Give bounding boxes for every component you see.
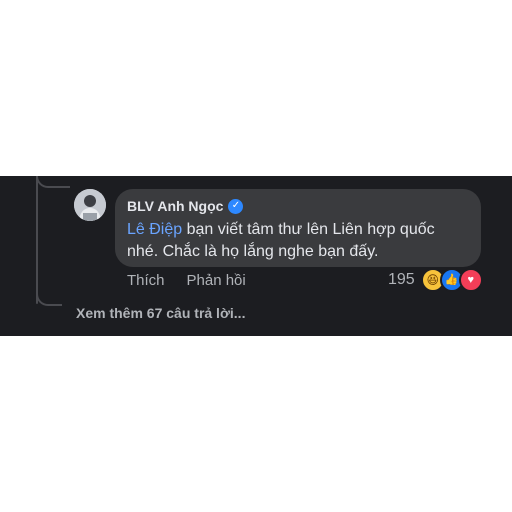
comment-author[interactable]: BLV Anh Ngọc [127,198,223,214]
avatar[interactable] [74,189,106,221]
comment-text-line1: bạn viết tâm thư lên Liên hợp quốc [182,221,435,238]
comment-text-line2: nhé. Chắc là họ lắng nghe bạn đấy. [127,243,379,260]
mention-link[interactable]: Lê Điệp [127,221,182,238]
love-icon: ♥ [458,268,483,292]
avatar-image [74,189,106,221]
thread-connector-more [36,294,62,306]
verified-check-icon: ✓ [228,198,244,214]
thread-line [36,176,38,304]
reply-button[interactable]: Phản hồi [187,272,246,289]
comment-actions: Thích Phản hồi [127,272,246,289]
reactions-summary[interactable]: 195 😆 👍 ♥ [388,268,483,292]
like-button[interactable]: Thích [127,272,165,289]
thread-connector [36,176,70,188]
reaction-icons: 😆 👍 ♥ [420,268,483,292]
view-more-replies-link[interactable]: Xem thêm 67 câu trả lời... [76,305,245,321]
comment-bubble: BLV Anh Ngọc ✓ Lê Điệp bạn viết tâm thư … [115,189,481,267]
reaction-count: 195 [388,271,415,288]
comment-text: Lê Điệp bạn viết tâm thư lên Liên hợp qu… [127,219,469,263]
